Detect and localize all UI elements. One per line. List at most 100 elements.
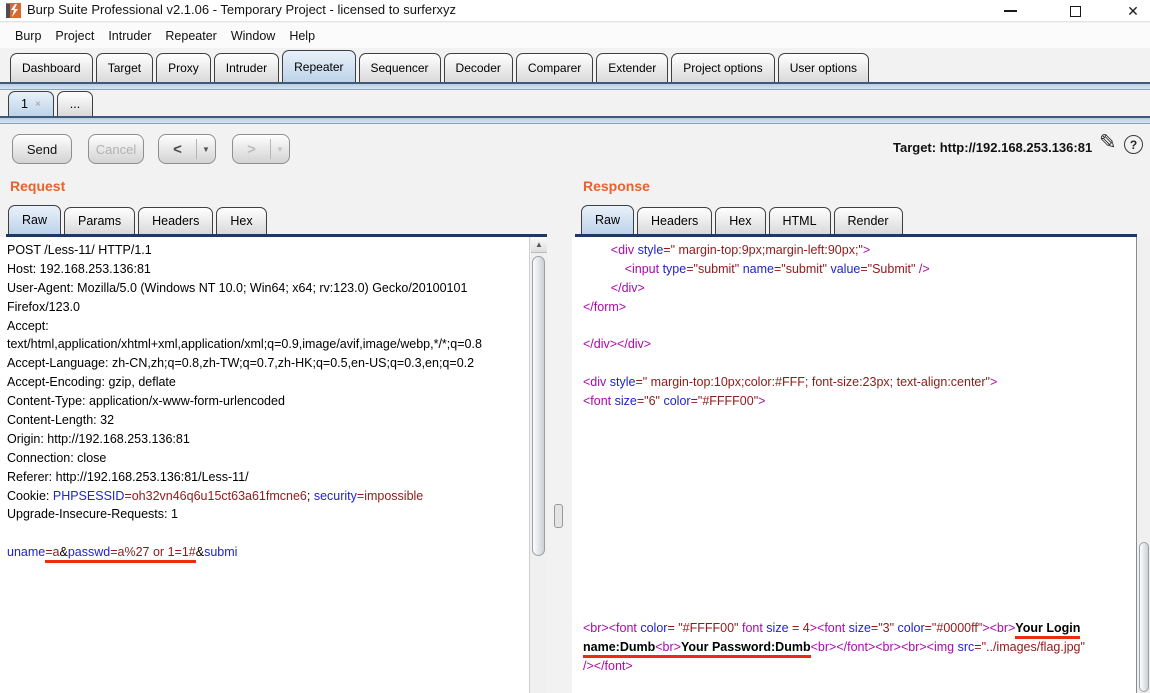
response-tab-render[interactable]: Render [833, 207, 903, 234]
tab-dashboard[interactable]: Dashboard [10, 53, 93, 82]
tab-decoder[interactable]: Decoder [443, 53, 513, 82]
response-scrollbar[interactable] [1136, 237, 1150, 693]
code-segment: uname [7, 545, 46, 560]
code-segment: <font [583, 394, 615, 409]
menu-item-window[interactable]: Window [224, 27, 282, 45]
response-tab-headers[interactable]: Headers [637, 207, 713, 234]
code-segment: User-Agent: Mozilla/5.0 (Windows NT 10.0… [7, 280, 468, 295]
code-line: Content-Type: application/x-www-form-url… [7, 392, 529, 411]
code-segment: Connection: close [7, 450, 107, 465]
help-icon[interactable]: ? [1124, 135, 1143, 154]
code-segment: > [758, 394, 766, 409]
code-segment: ="submit" [773, 261, 827, 276]
tab-project-options[interactable]: Project options [671, 53, 775, 82]
chevron-right-icon: > [247, 140, 256, 158]
code-segment: Accept-Encoding: gzip, deflate [7, 375, 176, 390]
repeater-subtab-1[interactable]: 1 × [8, 91, 54, 116]
code-segment: color [663, 394, 691, 409]
tab-intruder[interactable]: Intruder [213, 53, 280, 82]
code-segment: = "#FFFF00" [667, 620, 739, 635]
code-segment: ="#FFFF00" [690, 394, 759, 409]
code-line: Accept-Language: zh-CN,zh;q=0.8,zh-TW;q=… [7, 354, 529, 373]
code-segment: color [640, 620, 668, 635]
request-tab-params[interactable]: Params [64, 207, 136, 234]
repeater-subtab-bar: 1 ×... [0, 90, 1150, 116]
minimize-button[interactable] [995, 0, 1025, 22]
cancel-button[interactable]: Cancel [88, 134, 144, 164]
tab-user-options[interactable]: User options [777, 53, 870, 82]
code-segment: ="submit" [686, 261, 740, 276]
window-title: Burp Suite Professional v2.1.06 - Tempor… [27, 2, 456, 17]
code-segment: POST /Less-11/ HTTP/1.1 [7, 243, 152, 257]
code-segment: ="#0000ff" [924, 620, 983, 635]
next-request-button[interactable]: > ▼ [232, 134, 290, 164]
code-segment: Accept: [7, 318, 49, 333]
dropdown-arrow-icon[interactable]: ▼ [271, 145, 289, 154]
code-segment: = 4 [788, 620, 810, 635]
dropdown-arrow-icon[interactable]: ▼ [197, 145, 215, 154]
chevron-left-icon: < [173, 140, 182, 158]
code-line: User-Agent: Mozilla/5.0 (Windows NT 10.0… [7, 279, 529, 298]
scrollbar-thumb[interactable] [532, 256, 545, 556]
menu-item-repeater[interactable]: Repeater [158, 27, 223, 45]
tab-sequencer[interactable]: Sequencer [358, 53, 441, 82]
response-tab-hex[interactable]: Hex [715, 207, 766, 234]
request-tab-hex[interactable]: Hex [216, 207, 267, 234]
code-segment: <div [610, 243, 638, 257]
close-button[interactable]: ✕ [1118, 0, 1148, 22]
menu-item-help[interactable]: Help [282, 27, 322, 45]
previous-request-button[interactable]: < ▼ [158, 134, 216, 164]
code-line: Origin: http://192.168.253.136:81 [7, 430, 529, 449]
tab-extender[interactable]: Extender [596, 53, 669, 82]
maximize-button[interactable] [1060, 0, 1090, 22]
send-button[interactable]: Send [12, 134, 72, 164]
code-segment: Your Login [1015, 620, 1081, 639]
scroll-up-arrow-icon[interactable]: ▲ [531, 237, 547, 253]
request-tab-bar: Raw Params Headers Hex [8, 205, 270, 234]
code-segment: ="../images/flag.jpg" [974, 639, 1085, 654]
code-line: Firefox/123.0 [7, 298, 529, 317]
response-tab-html[interactable]: HTML [768, 207, 831, 234]
tab-repeater[interactable]: Repeater [282, 50, 356, 82]
menu-item-intruder[interactable]: Intruder [101, 27, 158, 45]
request-tab-raw[interactable]: Raw [8, 205, 62, 234]
request-editor[interactable]: POST /Less-11/ HTTP/1.1 Host: 192.168.253… [0, 237, 529, 693]
response-tab-raw[interactable]: Raw [581, 205, 635, 234]
code-line: <div style=" margin-top:9px;margin-left:… [583, 241, 1136, 260]
menu-item-burp[interactable]: Burp [8, 27, 48, 45]
subtab-label: 1 [21, 97, 28, 111]
code-segment: style [609, 375, 636, 390]
code-line: Referer: http://192.168.253.136:81/Less-… [7, 468, 529, 487]
code-segment: Host: 192.168.253.136:81 [7, 261, 151, 276]
code-segment: name [742, 261, 774, 276]
scrollbar-thumb[interactable] [1139, 542, 1149, 692]
request-scrollbar[interactable]: ▲ [529, 237, 547, 693]
tab-comparer[interactable]: Comparer [515, 53, 594, 82]
tab-target[interactable]: Target [95, 53, 154, 82]
code-segment: ; [306, 488, 314, 503]
code-segment: > [990, 375, 998, 390]
menu-item-project[interactable]: Project [48, 27, 101, 45]
subtab-close-icon[interactable]: × [35, 99, 41, 110]
tab-proxy[interactable]: Proxy [156, 53, 211, 82]
panel-divider-grip[interactable] [554, 504, 563, 528]
code-segment: type [662, 261, 687, 276]
edit-pencil-icon[interactable]: ✎ [1099, 130, 1117, 155]
response-editor[interactable]: <div style=" margin-top:9px;margin-left:… [572, 237, 1136, 693]
code-segment: Referer: http://192.168.253.136:81/Less-… [7, 469, 249, 484]
repeater-subtab-[interactable]: ... [56, 91, 94, 116]
title-bar: Burp Suite Professional v2.1.06 - Tempor… [0, 0, 1150, 22]
code-line: <br><font color= "#FFFF00" font size = 4… [583, 619, 1136, 639]
request-panel-title: Request [10, 178, 66, 194]
code-line: Upgrade-Insecure-Requests: 1 [7, 505, 529, 524]
code-segment: Cookie: [7, 488, 53, 503]
target-url-label: Target: http://192.168.253.136:81 [893, 140, 1093, 155]
request-tab-headers[interactable]: Headers [138, 207, 214, 234]
